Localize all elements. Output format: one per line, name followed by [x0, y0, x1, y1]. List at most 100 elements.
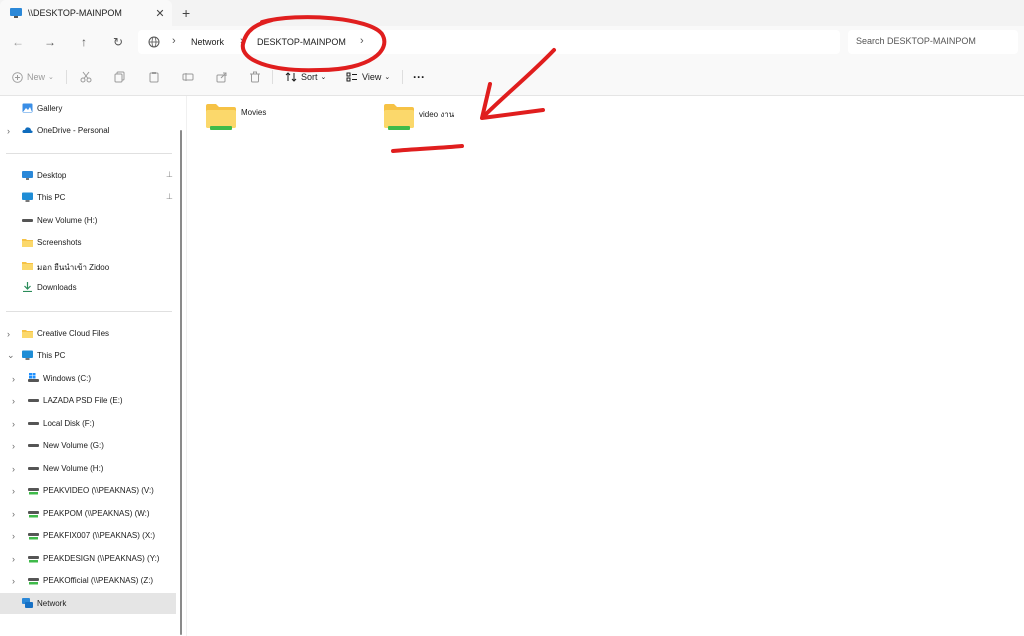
- chevron-right-icon[interactable]: ›: [12, 576, 20, 586]
- paste-button[interactable]: [148, 69, 160, 85]
- chevron-right-icon[interactable]: ›: [12, 441, 20, 451]
- new-tab-button[interactable]: +: [182, 5, 190, 21]
- network-folder-icon: [206, 104, 236, 130]
- chevron-right-icon[interactable]: ›: [12, 464, 20, 474]
- network-drive-icon: [28, 578, 39, 585]
- sort-button[interactable]: Sort ⌄: [285, 69, 326, 85]
- sidebar-scrollbar[interactable]: [180, 130, 182, 635]
- sidebar-item[interactable]: › PEAKOfficial (\\PEAKNAS) (Z:): [0, 570, 176, 591]
- sidebar-item[interactable]: Desktop ⊥: [0, 165, 176, 186]
- share-button[interactable]: [216, 69, 228, 85]
- sidebar-item-label: New Volume (H:): [37, 216, 98, 225]
- pc-icon: [22, 192, 33, 202]
- scissors-icon: [80, 71, 92, 83]
- sidebar-item[interactable]: › New Volume (H:): [0, 458, 176, 479]
- sidebar-item[interactable]: Downloads: [0, 277, 176, 298]
- sidebar-item[interactable]: › LAZADA PSD File (E:): [0, 390, 176, 411]
- sidebar-item-label: Downloads: [37, 283, 77, 292]
- chevron-down-icon[interactable]: ⌄: [7, 350, 15, 361]
- forward-button[interactable]: →: [42, 34, 58, 50]
- chevron-right-icon[interactable]: ›: [12, 419, 20, 429]
- sidebar-item-label: Windows (C:): [43, 374, 92, 383]
- chevron-right-icon[interactable]: ›: [12, 374, 20, 384]
- rename-button[interactable]: [182, 69, 194, 85]
- drive-icon: [28, 422, 39, 425]
- sort-label: Sort: [301, 72, 318, 82]
- breadcrumb-separator[interactable]: ›: [360, 35, 364, 47]
- sidebar-item-label: Desktop: [37, 171, 67, 180]
- view-button[interactable]: View ⌄: [346, 69, 390, 85]
- folder-icon: [22, 262, 33, 270]
- pin-icon[interactable]: ⊥: [166, 170, 173, 179]
- sidebar-item[interactable]: Gallery: [0, 98, 176, 119]
- refresh-button[interactable]: ↻: [110, 34, 126, 50]
- pin-icon[interactable]: ⊥: [166, 192, 173, 201]
- close-icon[interactable]: ✕: [152, 7, 168, 20]
- sidebar-item-label: LAZADA PSD File (E:): [43, 396, 123, 405]
- chevron-right-icon[interactable]: ›: [7, 329, 15, 339]
- chevron-right-icon[interactable]: ›: [12, 486, 20, 496]
- folder-item-movies[interactable]: Movies: [205, 102, 266, 136]
- new-button[interactable]: New ⌄: [12, 69, 54, 85]
- sidebar-item-label: Creative Cloud Files: [37, 329, 110, 338]
- back-button[interactable]: ←: [10, 34, 26, 50]
- sidebar-item[interactable]: ⌄ This PC: [0, 345, 176, 366]
- sidebar-item-label: Network: [37, 599, 67, 608]
- drive-icon: [28, 444, 39, 447]
- network-drive-icon: [28, 488, 39, 495]
- chevron-right-icon[interactable]: ›: [12, 509, 20, 519]
- chevron-down-icon: ⌄: [384, 74, 391, 81]
- sidebar-item[interactable]: › PEAKPOM (\\PEAKNAS) (W:): [0, 503, 176, 524]
- sidebar-item[interactable]: › PEAKFIX007 (\\PEAKNAS) (X:): [0, 525, 176, 546]
- folder-name: video งาน: [419, 110, 455, 119]
- desktop-icon: [22, 171, 33, 180]
- sidebar-item-label: PEAKFIX007 (\\PEAKNAS) (X:): [43, 531, 156, 540]
- new-label: New: [27, 72, 46, 82]
- chevron-right-icon[interactable]: ›: [7, 126, 15, 136]
- breadcrumb-network[interactable]: Network: [191, 37, 224, 47]
- sidebar-item[interactable]: › Local Disk (F:): [0, 413, 176, 434]
- drive-icon: [28, 399, 39, 402]
- breadcrumb-separator[interactable]: ›: [172, 35, 176, 47]
- view-list-icon: [346, 72, 357, 82]
- sidebar-item-label: มอก ยืนนำเข้า Zidoo: [37, 263, 110, 272]
- address-bar[interactable]: › Network › DESKTOP-MAINPOM ›: [138, 30, 840, 54]
- sidebar-item[interactable]: มอก ยืนนำเข้า Zidoo: [0, 255, 176, 276]
- delete-button[interactable]: [249, 69, 261, 85]
- breadcrumb-desktop-mainpom[interactable]: DESKTOP-MAINPOM: [257, 37, 346, 47]
- chevron-right-icon[interactable]: ›: [12, 531, 20, 541]
- trash-icon: [250, 71, 260, 83]
- monitor-icon: [10, 8, 22, 18]
- folder-item-video[interactable]: video งาน: [383, 102, 454, 136]
- sidebar-item[interactable]: New Volume (H:): [0, 210, 176, 231]
- copy-button[interactable]: [114, 69, 126, 85]
- sidebar-item[interactable]: › Windows (C:): [0, 368, 176, 389]
- command-bar: New ⌄ Sort ⌄ View ⌄ ···: [0, 58, 1024, 96]
- clipboard-icon: [149, 72, 159, 83]
- sidebar-item[interactable]: › OneDrive - Personal: [0, 120, 176, 141]
- sidebar-item[interactable]: This PC ⊥: [0, 187, 176, 208]
- network-drive-icon: [28, 556, 39, 563]
- cut-button[interactable]: [80, 69, 92, 85]
- windows-drive-icon: [28, 373, 39, 382]
- network-drive-icon: [28, 511, 39, 518]
- breadcrumb-separator[interactable]: ›: [240, 35, 244, 47]
- sidebar-item[interactable]: › PEAKVIDEO (\\PEAKNAS) (V:): [0, 480, 176, 501]
- network-folder-icon: [384, 104, 414, 130]
- navigation-pane: Gallery › OneDrive - Personal Desktop ⊥ This …: [0, 96, 184, 636]
- more-options-button[interactable]: ···: [413, 69, 425, 85]
- sidebar-item[interactable]: Screenshots: [0, 232, 176, 253]
- search-input[interactable]: Search DESKTOP-MAINPOM: [848, 30, 1018, 54]
- sidebar-item-label: PEAKVIDEO (\\PEAKNAS) (V:): [43, 486, 154, 495]
- chevron-right-icon[interactable]: ›: [12, 396, 20, 406]
- tab-desktop-mainpom[interactable]: \\DESKTOP-MAINPOM ✕: [0, 0, 172, 26]
- tab-strip: \\DESKTOP-MAINPOM ✕ +: [0, 0, 1024, 26]
- sidebar-item[interactable]: › New Volume (G:): [0, 435, 176, 456]
- sidebar-item[interactable]: › Creative Cloud Files: [0, 323, 176, 344]
- sidebar-item[interactable]: Network: [0, 593, 176, 614]
- sidebar-item-label: Local Disk (F:): [43, 419, 95, 428]
- toolbar-divider: [272, 70, 273, 84]
- up-button[interactable]: ↑: [76, 34, 92, 50]
- sidebar-item[interactable]: › PEAKDESIGN (\\PEAKNAS) (Y:): [0, 548, 176, 569]
- chevron-right-icon[interactable]: ›: [12, 554, 20, 564]
